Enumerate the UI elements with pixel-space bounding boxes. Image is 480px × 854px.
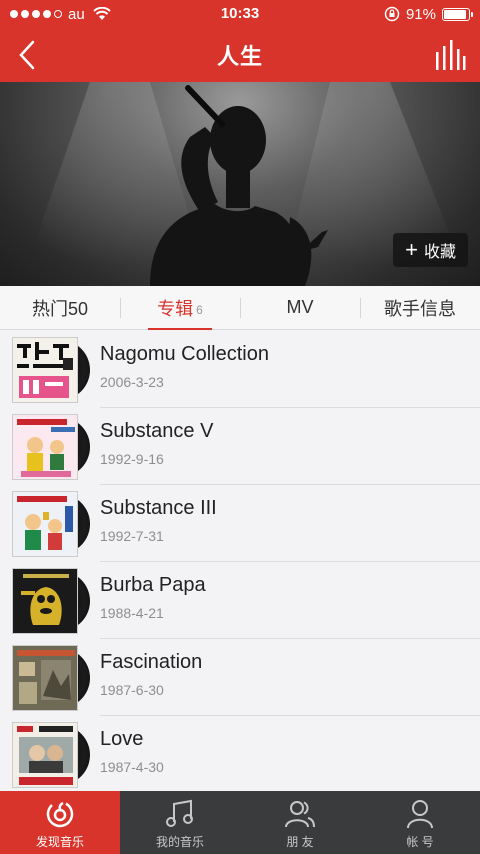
album-title: Burba Papa [100,574,206,596]
album-date: 2006-3-23 [100,374,164,390]
status-bar: au 10:33 91% [0,0,480,28]
tab-label: 专辑 [157,298,194,319]
list-item[interactable]: Fascination 1987-6-30 [0,639,480,716]
album-cover [12,414,78,480]
album-title: Substance V [100,420,214,442]
top-bar: au 10:33 91% 人生 [0,0,480,82]
tab-label: MV [286,297,314,317]
equalizer-icon [436,40,466,70]
tab-albums[interactable]: 专辑 6 [120,286,240,330]
list-item[interactable]: Burba Papa 1988-4-21 [0,562,480,639]
album-title: Nagomu Collection [100,343,269,365]
plus-icon: + [405,237,418,262]
tab-my-music[interactable]: 我的音乐 [120,791,240,854]
friends-icon [285,801,315,828]
netease-music-icon [46,800,74,828]
list-item[interactable]: Love 1987-4-30 [0,716,480,793]
album-cover [12,645,78,711]
list-item[interactable]: Nagomu Collection 2006-3-23 [0,331,480,408]
tab-mv[interactable]: MV [240,286,360,329]
artist-tabs: 热门50 专辑 6 MV 歌手信息 [0,286,480,330]
tab-label: 发现音乐 [35,835,84,849]
tab-friends[interactable]: 朋 友 [240,791,360,854]
artist-hero-image: + 收藏 [0,82,480,286]
album-date: 1987-6-30 [100,682,164,698]
list-item[interactable]: Substance V 1992-9-16 [0,408,480,485]
album-list: Nagomu Collection 2006-3-23 Substance V … [0,331,480,793]
music-note-icon [166,799,193,827]
account-icon [407,800,433,829]
album-date: 1987-4-30 [100,759,164,775]
favorite-label: 收藏 [423,244,456,261]
tab-label: 歌手信息 [384,298,456,319]
nav-bar: 人生 [0,28,480,82]
album-date: 1992-7-31 [100,528,164,544]
bottom-tab-bar: 发现音乐 我的音乐 朋 友 帐 号 [0,791,480,854]
tab-artist-info[interactable]: 歌手信息 [360,286,480,329]
album-title: Substance III [100,497,217,519]
album-date: 1988-4-21 [100,605,164,621]
back-button[interactable] [12,38,42,72]
album-cover [12,337,78,403]
album-cover [12,722,78,788]
clock: 10:33 [220,5,260,22]
tab-top50[interactable]: 热门50 [0,286,120,329]
favorite-button[interactable]: + 收藏 [393,233,468,267]
tab-label: 朋 友 [286,835,314,849]
page-title: 人生 [216,44,263,69]
album-title: Love [100,728,144,750]
album-cover [12,491,78,557]
album-title: Fascination [100,651,203,673]
chevron-left-icon [19,40,35,70]
album-cover [12,568,78,634]
tab-label: 热门50 [31,298,89,319]
battery-icon [442,7,473,21]
tab-label: 我的音乐 [155,835,204,849]
album-count-badge: 6 [196,302,203,317]
tab-account[interactable]: 帐 号 [360,791,480,854]
album-date: 1992-9-16 [100,451,164,467]
tab-label: 帐 号 [406,835,434,849]
now-playing-button[interactable] [434,38,466,72]
list-item[interactable]: Substance III 1992-7-31 [0,485,480,562]
tab-discover-music[interactable]: 发现音乐 [0,791,120,854]
